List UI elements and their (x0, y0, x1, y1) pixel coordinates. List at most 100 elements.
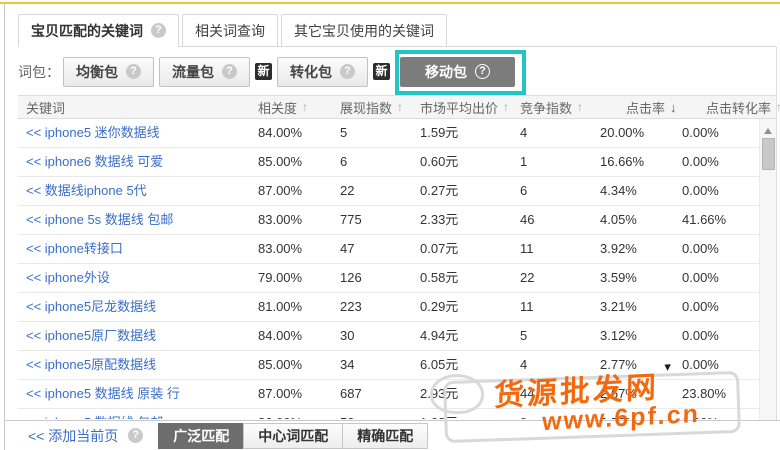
cell-keyword: << iphone5原厂数据线 (18, 322, 250, 350)
help-icon[interactable]: ? (222, 64, 237, 79)
cell-conversion-rate: 0.00% (674, 119, 759, 147)
tab-other-items-keywords[interactable]: 其它宝贝使用的关键词 (281, 14, 447, 47)
match-type-buttons: 广泛匹配中心词匹配精确匹配 (159, 423, 428, 449)
cell-relevance: 85.00% (250, 148, 332, 176)
sort-arrow-up-icon: ↑ (776, 100, 780, 114)
keyword-link[interactable]: << iphone5 数据线 原装 行 (26, 386, 180, 401)
table-row: << iphone转接口83.00%470.07元113.92%0.00% (18, 235, 759, 264)
cell-avg-market-price: 0.07元 (412, 235, 512, 263)
help-icon[interactable]: ? (340, 64, 355, 79)
cell-impression-index: 34 (332, 351, 412, 379)
keyword-link[interactable]: << 数据线iphone 5代 (26, 183, 147, 198)
keyword-link[interactable]: << iphone5 数据线 包邮 (26, 415, 163, 419)
cell-avg-market-price: 2.33元 (412, 206, 512, 234)
vertical-scrollbar[interactable] (759, 119, 776, 420)
column-header-ctr[interactable]: 点击率↓ (592, 96, 674, 118)
column-header-avg-market-price[interactable]: 市场平均出价 ↑ (412, 96, 512, 118)
top-accent-line (0, 2, 780, 4)
cell-competition-index: 22 (512, 264, 592, 292)
column-label: 竞争指数 (520, 98, 572, 117)
tab-related-word-query[interactable]: 相关词查询 (182, 14, 278, 47)
column-label: 点击率 (626, 98, 665, 117)
table-row: << iphone5 迷你数据线84.00%51.59元420.00%0.00% (18, 119, 759, 148)
tab-label: 其它宝贝使用的关键词 (294, 21, 434, 41)
scroll-up-arrow-icon[interactable] (764, 124, 772, 134)
cell-ctr: 16.66% (592, 148, 674, 176)
column-header-relevance[interactable]: 相关度↑ (250, 96, 332, 118)
help-icon[interactable]: ? (126, 64, 141, 79)
table-row: << iphone 5s 数据线 包邮83.00%7752.33元464.05%… (18, 206, 759, 235)
wordpack-button-label: 移动包 (425, 62, 467, 82)
table-rows: << iphone5 迷你数据线84.00%51.59元420.00%0.00%… (18, 119, 759, 419)
wordpack-button-traffic[interactable]: 流量包? (159, 57, 250, 87)
column-header-competition-index[interactable]: 竞争指数 ↑ (512, 96, 592, 118)
match-button-broad[interactable]: 广泛匹配 (158, 423, 244, 449)
table-row: << iphone5原厂数据线84.00%304.94元53.12%0.00% (18, 322, 759, 351)
cell-competition-index: 5 (512, 322, 592, 350)
cell-keyword: << iphone6 数据线 可爱 (18, 148, 250, 176)
cell-ctr: 3.59% (592, 264, 674, 292)
match-button-center-word[interactable]: 中心词匹配 (243, 423, 343, 449)
wordpack-button-conversion[interactable]: 转化包? (277, 57, 368, 87)
keyword-link[interactable]: << iphone5原厂数据线 (26, 328, 156, 343)
cell-impression-index: 22 (332, 177, 412, 205)
cell-keyword: << iphone5尼龙数据线 (18, 293, 250, 321)
sort-arrow-up-icon: ↑ (397, 100, 403, 114)
cell-avg-market-price: 2.93元 (412, 380, 512, 408)
cell-avg-market-price: 4.94元 (412, 322, 512, 350)
cell-relevance: 81.00% (250, 293, 332, 321)
help-icon[interactable]: ? (475, 64, 490, 79)
tab-matched-keywords[interactable]: 宝贝匹配的关键词? (18, 14, 179, 47)
cell-impression-index: 775 (332, 206, 412, 234)
match-button-exact[interactable]: 精确匹配 (342, 423, 428, 449)
cell-impression-index: 6 (332, 148, 412, 176)
cell-keyword: << 数据线iphone 5代 (18, 177, 250, 205)
cell-conversion-rate: 0.00% (674, 264, 759, 292)
cell-ctr: 2.77% (592, 351, 674, 379)
panel-left-border (4, 4, 5, 450)
keyword-link[interactable]: << iphone转接口 (26, 241, 123, 256)
scrollbar-thumb[interactable] (762, 138, 775, 170)
keyword-link[interactable]: << iphone5 迷你数据线 (26, 125, 160, 140)
keyword-link[interactable]: << iphone5尼龙数据线 (26, 299, 156, 314)
cell-conversion-rate: 0.00% (674, 293, 759, 321)
cell-conversion-rate: 0.00% (674, 235, 759, 263)
cell-competition-index: 4 (512, 119, 592, 147)
keyword-link[interactable]: << iphone5原配数据线 (26, 357, 156, 372)
keyword-link[interactable]: << iphone6 数据线 可爱 (26, 154, 163, 169)
cell-relevance: 84.00% (250, 119, 332, 147)
column-header-impression-index[interactable]: 展现指数↑ (332, 96, 412, 118)
cell-impression-index: 5 (332, 119, 412, 147)
cell-conversion-rate: 0.00% (674, 177, 759, 205)
sort-arrow-up-icon: ↑ (577, 100, 583, 114)
column-label: 市场平均出价 (420, 98, 498, 117)
sort-arrow-up-icon: ↑ (503, 100, 509, 114)
cell-ctr: 2.52% (592, 409, 674, 419)
new-badge: 新 (373, 63, 390, 80)
add-current-page-link[interactable]: << 添加当前页 (28, 426, 118, 446)
help-icon[interactable]: ? (151, 23, 166, 38)
cell-competition-index: 46 (512, 206, 592, 234)
wordpack-button-mobile[interactable]: 移动包? (400, 57, 515, 87)
cell-avg-market-price: 0.60元 (412, 148, 512, 176)
table-row: << iphone5尼龙数据线81.00%2230.29元113.21%0.00… (18, 293, 759, 322)
cell-impression-index: 126 (332, 264, 412, 292)
column-header-keyword[interactable]: 关键词 (18, 96, 250, 118)
cell-impression-index: 58 (332, 409, 412, 419)
wordpack-buttons: 均衡包?流量包?新转化包?新移动包? (63, 50, 526, 95)
keyword-link[interactable]: << iphone外设 (26, 270, 110, 285)
cell-ctr: 3.92% (592, 235, 674, 263)
wordpack-button-balanced[interactable]: 均衡包? (63, 57, 154, 87)
cell-competition-index: 44 (512, 380, 592, 408)
cell-relevance: 83.00% (250, 206, 332, 234)
column-header-conversion-rate[interactable]: 点击转化率↑ (674, 96, 776, 118)
cell-avg-market-price: 1.08元 (412, 409, 512, 419)
cell-ctr: 3.21% (592, 293, 674, 321)
cell-ctr: 20.00% (592, 119, 674, 147)
cell-relevance: 86.00% (250, 409, 332, 419)
tab-label: 相关词查询 (195, 21, 265, 41)
cell-avg-market-price: 0.58元 (412, 264, 512, 292)
help-icon[interactable]: ? (128, 428, 143, 443)
keyword-link[interactable]: << iphone 5s 数据线 包邮 (26, 212, 173, 227)
table-row: << iphone外设79.00%1260.58元223.59%0.00% (18, 264, 759, 293)
